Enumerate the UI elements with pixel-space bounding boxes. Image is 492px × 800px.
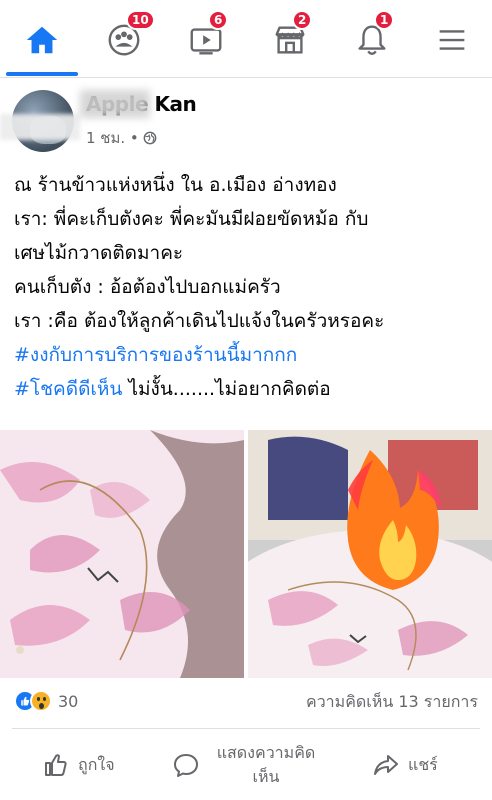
post-tail-text: ไม่งั้น.......ไม่อยากคิดต่อ xyxy=(122,378,331,400)
hashtag-link[interactable]: #งงกับการบริการของร้านนี้มากกก xyxy=(14,344,297,366)
like-label: ถูกใจ xyxy=(78,754,115,774)
comment-button[interactable]: แสดงความคิด เห็น xyxy=(172,738,324,792)
like-button[interactable]: ถูกใจ xyxy=(42,738,115,792)
globe-icon xyxy=(143,131,157,145)
blur-overlay xyxy=(0,114,80,140)
plate-photo-image xyxy=(248,430,492,678)
share-label: แชร์ xyxy=(408,754,438,774)
comments-count[interactable]: ความคิดเห็น 13 รายการ xyxy=(306,690,478,715)
share-arrow-icon xyxy=(374,755,398,775)
post-photos xyxy=(0,430,492,678)
marketplace-badge: 2 xyxy=(292,10,313,30)
post-body: ณ ร้านข้าวแห่งหนึ่ง ใน อ.เมือง อ่างทอง เ… xyxy=(14,168,484,406)
thumbs-up-icon xyxy=(45,754,67,776)
plate-photo-image xyxy=(0,430,244,678)
post-line: ณ ร้านข้าวแห่งหนึ่ง ใน อ.เมือง อ่างทอง xyxy=(14,174,337,196)
wow-reaction-icon xyxy=(30,690,52,712)
divider xyxy=(12,728,480,729)
post-time[interactable]: 1 ชม. • xyxy=(86,126,139,150)
post-line: คนเก็บตัง : อ้อต้องไปบอกแม่ครัว xyxy=(14,276,281,298)
nav-home[interactable] xyxy=(14,12,70,68)
post-line: เรา: พี่คะเก็บตังคะ พี่คะมันมีฝอยขัดหม้อ… xyxy=(14,208,369,230)
comment-bubble-icon xyxy=(174,754,198,777)
share-button[interactable]: แชร์ xyxy=(372,738,438,792)
groups-badge: 10 xyxy=(126,10,155,30)
hashtag-link[interactable]: #โชคดีดีเห็น xyxy=(14,378,122,400)
name-blur-overlay xyxy=(80,90,150,118)
reaction-summary[interactable]: 30 xyxy=(14,690,78,712)
post-header: Apple Kan 1 ชม. • xyxy=(0,80,492,160)
comment-label: แสดงความคิด เห็น xyxy=(216,743,316,786)
nav-watch[interactable]: 6 xyxy=(178,10,234,68)
photo-plate-left[interactable] xyxy=(0,430,244,678)
post-line: เรา :คือ ต้องให้ลูกค้าเดินไปแจ้งในครัวหร… xyxy=(14,310,385,332)
nav-groups[interactable]: 10 xyxy=(96,10,155,68)
reaction-count: 30 xyxy=(58,691,79,711)
nav-marketplace[interactable]: 2 xyxy=(262,10,318,68)
nav-notifications[interactable]: 1 xyxy=(344,10,400,68)
active-tab-indicator xyxy=(6,72,78,76)
post-line: เศษไม้กวาดติดมาคะ xyxy=(14,242,184,264)
home-icon xyxy=(26,26,58,54)
nav-menu[interactable] xyxy=(424,12,480,68)
hamburger-menu-icon xyxy=(439,30,465,50)
notifications-badge: 1 xyxy=(374,10,395,30)
photo-plate-right[interactable] xyxy=(248,430,492,678)
top-navigation: 10 6 2 1 xyxy=(0,0,492,78)
watch-badge: 6 xyxy=(208,10,229,30)
post-meta: 1 ชม. • xyxy=(86,126,157,150)
